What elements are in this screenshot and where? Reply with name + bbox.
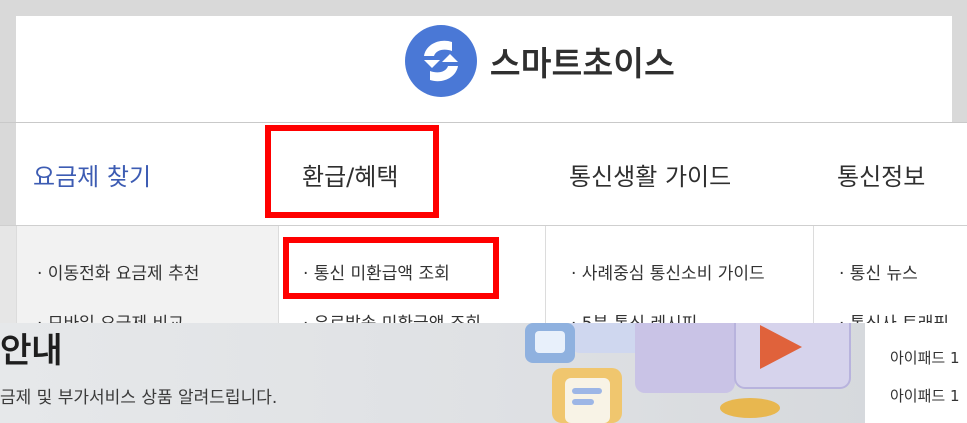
submenu-item-mail-refund-lookup[interactable]: · 우로발송 미환급액 조회 [303, 309, 481, 324]
submenu-item-telecom-recipe[interactable]: · 5분 통신 레시피 [571, 309, 697, 324]
banner-illustration [525, 323, 851, 423]
site-header: 스마트초이스 [16, 16, 952, 122]
banner-description: 금제 및 부가서비스 상품 알려드립니다. [0, 388, 278, 408]
promo-banner: 안내 금제 및 부가서비스 상품 알려드립니다. 아이패드 1 아이패드 1 [0, 323, 967, 423]
logo[interactable]: 스마트초이스 [404, 24, 675, 98]
banner-list-item[interactable]: 아이패드 1 [890, 385, 960, 406]
nav-item-plan-finder[interactable]: 요금제 찾기 [33, 123, 151, 226]
submenu-col-guide: · 사례중심 통신소비 가이드 · 5분 통신 레시피 [545, 226, 813, 324]
submenu-col-refund: · 통신 미환급액 조회 · 우로발송 미환급액 조회 [278, 226, 545, 324]
submenu-col-info: · 통신 뉴스 · 통신사 트래픽 [813, 226, 967, 324]
submenu-spacer [0, 226, 16, 324]
banner-title: 안내 [0, 331, 63, 371]
nav-spacer [0, 123, 16, 226]
banner-list-item[interactable]: 아이패드 1 [890, 347, 960, 368]
nav-item-refund-benefits[interactable]: 환급/혜택 [302, 123, 398, 226]
brand-name: 스마트초이스 [490, 44, 676, 83]
submenu-col-plans: · 이동전화 요금제 추천 · 모바일 요금제 비교 [16, 226, 278, 324]
smartchoice-logo-icon [405, 25, 477, 97]
mega-menu: · 이동전화 요금제 추천 · 모바일 요금제 비교 · 통신 미환급액 조회 … [0, 225, 967, 324]
main-nav: 요금제 찾기 환급/혜택 통신생활 가이드 통신정보 [0, 122, 967, 226]
submenu-item-consumer-guide[interactable]: · 사례중심 통신소비 가이드 [571, 259, 765, 284]
submenu-item-unrefunded-lookup[interactable]: · 통신 미환급액 조회 [303, 259, 450, 284]
submenu-item-plan-recommend[interactable]: · 이동전화 요금제 추천 [37, 259, 199, 284]
nav-item-telecom-guide[interactable]: 통신생활 가이드 [569, 123, 731, 226]
banner-side-list: 아이패드 1 아이패드 1 [865, 323, 967, 423]
submenu-item-telecom-traffic[interactable]: · 통신사 트래픽 [839, 309, 949, 324]
submenu-item-plan-compare[interactable]: · 모바일 요금제 비교 [37, 309, 184, 324]
submenu-item-telecom-news[interactable]: · 통신 뉴스 [839, 259, 918, 284]
nav-item-telecom-info[interactable]: 통신정보 [837, 123, 925, 226]
